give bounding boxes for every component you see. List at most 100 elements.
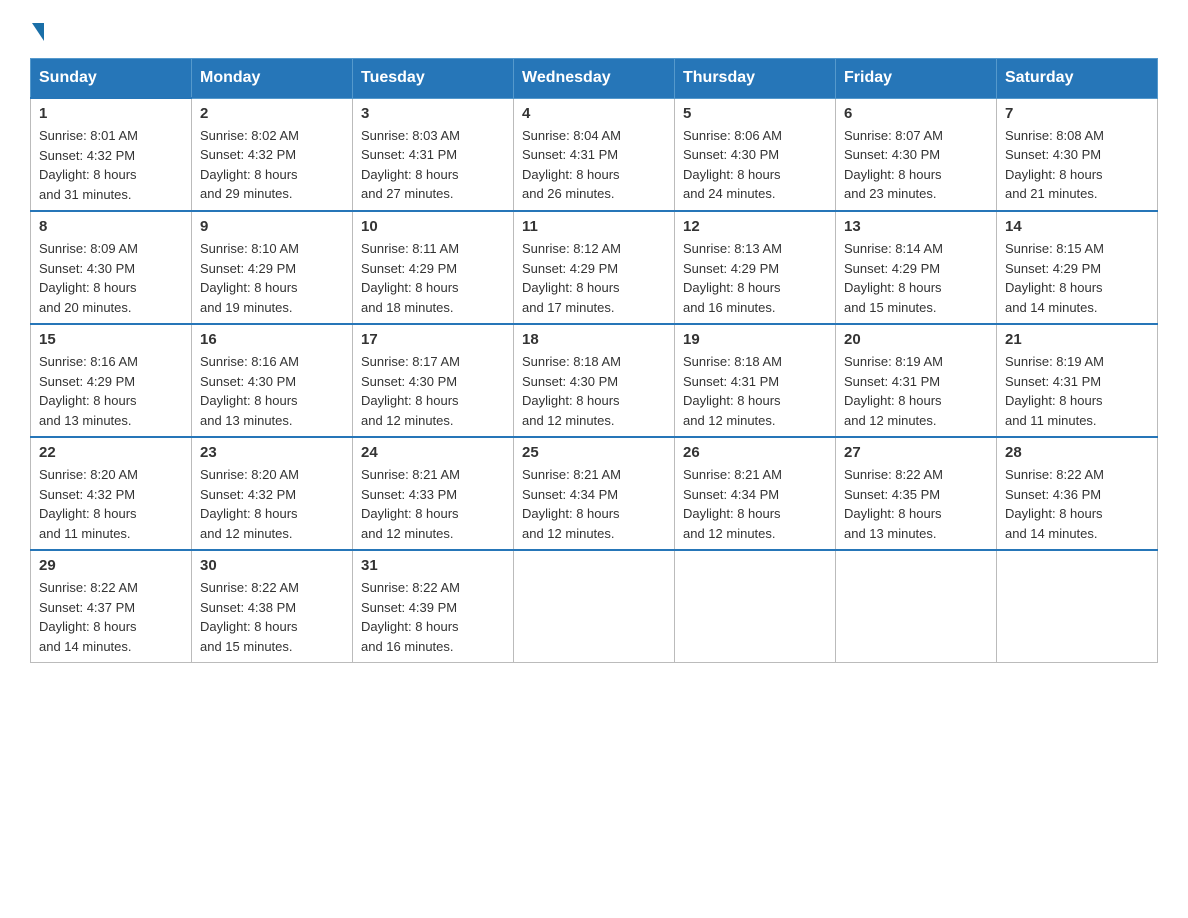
day-number: 24 xyxy=(361,444,505,461)
calendar-cell: 4 Sunrise: 8:04 AM Sunset: 4:31 PM Dayli… xyxy=(514,98,675,211)
day-info: Sunrise: 8:21 AM Sunset: 4:34 PM Dayligh… xyxy=(522,465,666,543)
day-info: Sunrise: 8:18 AM Sunset: 4:31 PM Dayligh… xyxy=(683,352,827,430)
day-number: 8 xyxy=(39,218,183,235)
day-number: 19 xyxy=(683,331,827,348)
day-info: Sunrise: 8:22 AM Sunset: 4:35 PM Dayligh… xyxy=(844,465,988,543)
weekday-header-row: SundayMondayTuesdayWednesdayThursdayFrid… xyxy=(31,59,1158,99)
day-number: 1 xyxy=(39,105,183,122)
day-info: Sunrise: 8:14 AM Sunset: 4:29 PM Dayligh… xyxy=(844,239,988,317)
day-info: Sunrise: 8:09 AM Sunset: 4:30 PM Dayligh… xyxy=(39,239,183,317)
weekday-header-sunday: Sunday xyxy=(31,59,192,99)
day-number: 7 xyxy=(1005,105,1149,122)
day-number: 18 xyxy=(522,331,666,348)
calendar-cell: 3 Sunrise: 8:03 AM Sunset: 4:31 PM Dayli… xyxy=(353,98,514,211)
day-info: Sunrise: 8:18 AM Sunset: 4:30 PM Dayligh… xyxy=(522,352,666,430)
page-header xyxy=(30,20,1158,38)
day-info: Sunrise: 8:15 AM Sunset: 4:29 PM Dayligh… xyxy=(1005,239,1149,317)
day-info: Sunrise: 8:20 AM Sunset: 4:32 PM Dayligh… xyxy=(39,465,183,543)
day-number: 17 xyxy=(361,331,505,348)
calendar-week-row: 1 Sunrise: 8:01 AM Sunset: 4:32 PM Dayli… xyxy=(31,98,1158,211)
day-info: Sunrise: 8:16 AM Sunset: 4:29 PM Dayligh… xyxy=(39,352,183,430)
calendar-cell: 9 Sunrise: 8:10 AM Sunset: 4:29 PM Dayli… xyxy=(192,211,353,324)
calendar-cell: 6 Sunrise: 8:07 AM Sunset: 4:30 PM Dayli… xyxy=(836,98,997,211)
day-number: 22 xyxy=(39,444,183,461)
calendar-cell: 12 Sunrise: 8:13 AM Sunset: 4:29 PM Dayl… xyxy=(675,211,836,324)
calendar-cell: 10 Sunrise: 8:11 AM Sunset: 4:29 PM Dayl… xyxy=(353,211,514,324)
day-info: Sunrise: 8:10 AM Sunset: 4:29 PM Dayligh… xyxy=(200,239,344,317)
logo xyxy=(30,20,46,38)
weekday-header-saturday: Saturday xyxy=(997,59,1158,99)
calendar-cell xyxy=(675,550,836,663)
calendar-cell: 18 Sunrise: 8:18 AM Sunset: 4:30 PM Dayl… xyxy=(514,324,675,437)
calendar-cell: 15 Sunrise: 8:16 AM Sunset: 4:29 PM Dayl… xyxy=(31,324,192,437)
day-number: 20 xyxy=(844,331,988,348)
day-number: 11 xyxy=(522,218,666,235)
calendar-cell: 19 Sunrise: 8:18 AM Sunset: 4:31 PM Dayl… xyxy=(675,324,836,437)
day-info: Sunrise: 8:19 AM Sunset: 4:31 PM Dayligh… xyxy=(1005,352,1149,430)
day-number: 21 xyxy=(1005,331,1149,348)
day-number: 5 xyxy=(683,105,827,122)
day-info: Sunrise: 8:08 AM Sunset: 4:30 PM Dayligh… xyxy=(1005,126,1149,204)
calendar-cell: 14 Sunrise: 8:15 AM Sunset: 4:29 PM Dayl… xyxy=(997,211,1158,324)
day-number: 31 xyxy=(361,557,505,574)
day-info: Sunrise: 8:21 AM Sunset: 4:33 PM Dayligh… xyxy=(361,465,505,543)
weekday-header-friday: Friday xyxy=(836,59,997,99)
calendar-cell: 29 Sunrise: 8:22 AM Sunset: 4:37 PM Dayl… xyxy=(31,550,192,663)
calendar-cell: 8 Sunrise: 8:09 AM Sunset: 4:30 PM Dayli… xyxy=(31,211,192,324)
day-info: Sunrise: 8:17 AM Sunset: 4:30 PM Dayligh… xyxy=(361,352,505,430)
logo-arrow-icon xyxy=(32,23,44,41)
day-number: 4 xyxy=(522,105,666,122)
day-number: 12 xyxy=(683,218,827,235)
day-info: Sunrise: 8:01 AM Sunset: 4:32 PM Dayligh… xyxy=(39,126,183,204)
day-info: Sunrise: 8:22 AM Sunset: 4:38 PM Dayligh… xyxy=(200,578,344,656)
day-number: 3 xyxy=(361,105,505,122)
calendar-cell: 5 Sunrise: 8:06 AM Sunset: 4:30 PM Dayli… xyxy=(675,98,836,211)
day-number: 14 xyxy=(1005,218,1149,235)
calendar-cell: 22 Sunrise: 8:20 AM Sunset: 4:32 PM Dayl… xyxy=(31,437,192,550)
day-number: 28 xyxy=(1005,444,1149,461)
calendar-cell: 2 Sunrise: 8:02 AM Sunset: 4:32 PM Dayli… xyxy=(192,98,353,211)
day-info: Sunrise: 8:12 AM Sunset: 4:29 PM Dayligh… xyxy=(522,239,666,317)
weekday-header-thursday: Thursday xyxy=(675,59,836,99)
weekday-header-wednesday: Wednesday xyxy=(514,59,675,99)
calendar-week-row: 15 Sunrise: 8:16 AM Sunset: 4:29 PM Dayl… xyxy=(31,324,1158,437)
calendar-cell: 11 Sunrise: 8:12 AM Sunset: 4:29 PM Dayl… xyxy=(514,211,675,324)
calendar-cell: 31 Sunrise: 8:22 AM Sunset: 4:39 PM Dayl… xyxy=(353,550,514,663)
day-number: 15 xyxy=(39,331,183,348)
calendar-cell xyxy=(514,550,675,663)
day-number: 13 xyxy=(844,218,988,235)
calendar-week-row: 8 Sunrise: 8:09 AM Sunset: 4:30 PM Dayli… xyxy=(31,211,1158,324)
day-number: 16 xyxy=(200,331,344,348)
day-info: Sunrise: 8:04 AM Sunset: 4:31 PM Dayligh… xyxy=(522,126,666,204)
calendar-cell: 7 Sunrise: 8:08 AM Sunset: 4:30 PM Dayli… xyxy=(997,98,1158,211)
day-info: Sunrise: 8:11 AM Sunset: 4:29 PM Dayligh… xyxy=(361,239,505,317)
day-number: 26 xyxy=(683,444,827,461)
calendar-cell xyxy=(836,550,997,663)
day-number: 10 xyxy=(361,218,505,235)
calendar-cell: 20 Sunrise: 8:19 AM Sunset: 4:31 PM Dayl… xyxy=(836,324,997,437)
calendar-cell: 25 Sunrise: 8:21 AM Sunset: 4:34 PM Dayl… xyxy=(514,437,675,550)
calendar-week-row: 22 Sunrise: 8:20 AM Sunset: 4:32 PM Dayl… xyxy=(31,437,1158,550)
day-number: 6 xyxy=(844,105,988,122)
calendar-cell: 26 Sunrise: 8:21 AM Sunset: 4:34 PM Dayl… xyxy=(675,437,836,550)
calendar-cell: 13 Sunrise: 8:14 AM Sunset: 4:29 PM Dayl… xyxy=(836,211,997,324)
calendar-cell: 1 Sunrise: 8:01 AM Sunset: 4:32 PM Dayli… xyxy=(31,98,192,211)
weekday-header-tuesday: Tuesday xyxy=(353,59,514,99)
calendar-cell: 23 Sunrise: 8:20 AM Sunset: 4:32 PM Dayl… xyxy=(192,437,353,550)
calendar-week-row: 29 Sunrise: 8:22 AM Sunset: 4:37 PM Dayl… xyxy=(31,550,1158,663)
day-info: Sunrise: 8:02 AM Sunset: 4:32 PM Dayligh… xyxy=(200,126,344,204)
calendar-table: SundayMondayTuesdayWednesdayThursdayFrid… xyxy=(30,58,1158,663)
day-info: Sunrise: 8:13 AM Sunset: 4:29 PM Dayligh… xyxy=(683,239,827,317)
calendar-cell: 21 Sunrise: 8:19 AM Sunset: 4:31 PM Dayl… xyxy=(997,324,1158,437)
weekday-header-monday: Monday xyxy=(192,59,353,99)
calendar-cell: 16 Sunrise: 8:16 AM Sunset: 4:30 PM Dayl… xyxy=(192,324,353,437)
day-info: Sunrise: 8:16 AM Sunset: 4:30 PM Dayligh… xyxy=(200,352,344,430)
day-info: Sunrise: 8:22 AM Sunset: 4:36 PM Dayligh… xyxy=(1005,465,1149,543)
day-info: Sunrise: 8:21 AM Sunset: 4:34 PM Dayligh… xyxy=(683,465,827,543)
day-number: 29 xyxy=(39,557,183,574)
calendar-cell: 28 Sunrise: 8:22 AM Sunset: 4:36 PM Dayl… xyxy=(997,437,1158,550)
calendar-cell xyxy=(997,550,1158,663)
day-info: Sunrise: 8:20 AM Sunset: 4:32 PM Dayligh… xyxy=(200,465,344,543)
day-info: Sunrise: 8:07 AM Sunset: 4:30 PM Dayligh… xyxy=(844,126,988,204)
calendar-cell: 24 Sunrise: 8:21 AM Sunset: 4:33 PM Dayl… xyxy=(353,437,514,550)
